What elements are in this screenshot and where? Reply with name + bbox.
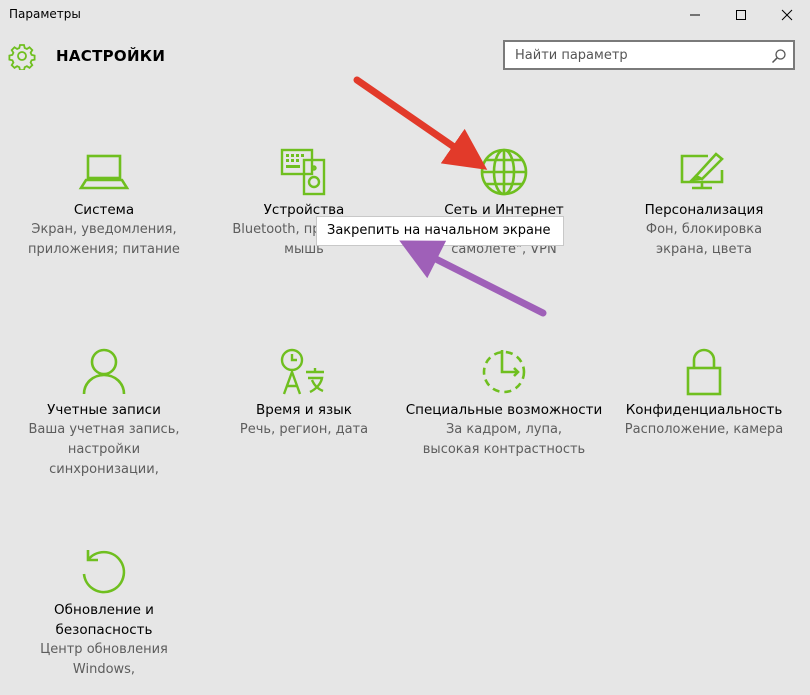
tile-name: Время и язык [256,402,352,418]
page-title: НАСТРОЙКИ [56,47,166,65]
tile-desc-line: приложения; питание [28,242,180,257]
tile-name: Обновление и безопасность [54,602,154,638]
tile-accessibility[interactable]: Специальные возможности За кадром, лупа,… [404,346,604,460]
tile-name: Конфиденциальность [625,402,783,418]
title-bar: Параметры [0,0,810,30]
settings-header: НАСТРОЙКИ [0,36,810,76]
tile-name: Учетные записи [47,402,161,418]
maximize-button[interactable] [718,0,764,30]
update-icon [82,550,126,594]
gear-icon [8,44,36,70]
tile-privacy[interactable]: Конфиденциальность Расположение, камера [604,346,804,440]
tile-desc-line: синхронизации, [49,462,159,477]
tile-desc-line: Расположение, камера [624,422,784,437]
tile-desc-line: настройки [67,442,141,457]
user-icon [82,348,126,395]
laptop-icon [78,154,130,190]
tile-name: Система [73,202,135,218]
search-input[interactable] [505,42,765,68]
minimize-icon [690,14,700,16]
maximize-icon [736,10,746,20]
close-button[interactable] [764,0,810,30]
tile-system[interactable]: Система Экран, уведомления, приложения; … [4,146,204,260]
tile-name: Персонализация [644,202,764,218]
minimize-button[interactable] [672,0,718,30]
tile-desc-line: Центр обновления [40,642,168,657]
pin-to-start-tooltip[interactable]: Закрепить на начальном экране [316,216,564,246]
tile-desc-line: высокая контрастность [422,442,586,457]
tile-desc-line: Windows, [72,662,136,677]
tile-desc-line: За кадром, лупа, [445,422,563,437]
lock-icon [686,348,722,396]
tile-desc-line: Речь, регион, дата [239,422,369,437]
tile-update-security[interactable]: Обновление и безопасность Центр обновлен… [4,546,204,680]
close-icon [781,9,793,21]
tile-desc-line: Фон, блокировка [645,222,763,237]
accessibility-icon [482,350,526,394]
personalization-icon [680,152,724,190]
tile-name: Специальные возможности [405,402,603,418]
tile-personalization[interactable]: Персонализация Фон, блокировка экрана, ц… [604,146,804,260]
tile-desc-line: экрана, цвета [656,242,752,257]
search-box[interactable] [503,40,795,70]
time-language-icon [280,348,324,395]
tile-time-language[interactable]: Время и язык Речь, регион, дата [204,346,404,440]
tile-desc-line: Ваша учетная запись, [28,422,180,437]
devices-icon [280,148,326,196]
tile-accounts[interactable]: Учетные записи Ваша учетная запись, наст… [4,346,204,480]
window-title: Параметры [9,7,81,21]
search-icon[interactable] [771,48,787,64]
tile-desc-line: Экран, уведомления, [31,222,177,237]
globe-icon [480,148,528,196]
